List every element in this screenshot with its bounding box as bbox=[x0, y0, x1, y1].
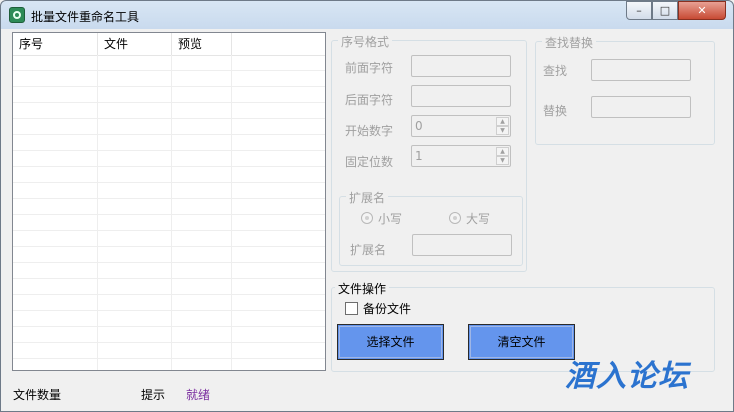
file-count-label: 文件数量 bbox=[13, 388, 62, 402]
find-replace-title: 查找替换 bbox=[542, 34, 597, 51]
start-number-label: 开始数字 bbox=[345, 124, 394, 138]
maximize-button[interactable]: □ bbox=[652, 1, 678, 20]
hint-value: 就绪 bbox=[186, 388, 211, 402]
lowercase-label: 小写 bbox=[378, 212, 403, 226]
start-number-value: 0 bbox=[415, 119, 423, 133]
app-window: 批量文件重命名工具 – □ ✕ 序号 文件 预览 序号格式 前面字符 后面字符 … bbox=[0, 0, 734, 412]
stepper-arrows[interactable]: ▲ ▼ bbox=[496, 147, 509, 165]
extension-group: 扩展名 小写 大写 扩展名 bbox=[339, 189, 523, 266]
replace-label: 替换 bbox=[543, 104, 568, 118]
app-icon bbox=[9, 7, 25, 23]
extension-input[interactable] bbox=[412, 234, 512, 256]
serial-format-title: 序号格式 bbox=[338, 33, 393, 50]
list-body[interactable] bbox=[13, 55, 325, 370]
find-replace-group: 查找替换 查找 替换 bbox=[535, 34, 715, 145]
chevron-down-icon[interactable]: ▼ bbox=[496, 126, 509, 135]
close-button[interactable]: ✕ bbox=[678, 1, 726, 20]
title-bar[interactable]: 批量文件重命名工具 – □ ✕ bbox=[1, 1, 733, 29]
file-operations-title: 文件操作 bbox=[335, 280, 390, 297]
uppercase-label: 大写 bbox=[466, 212, 491, 226]
clear-files-button[interactable]: 清空文件 bbox=[468, 324, 575, 360]
select-files-button[interactable]: 选择文件 bbox=[337, 324, 444, 360]
replace-input[interactable] bbox=[591, 96, 691, 118]
extension-title: 扩展名 bbox=[346, 189, 389, 206]
fixed-digits-label: 固定位数 bbox=[345, 155, 394, 169]
column-header-index[interactable]: 序号 bbox=[13, 33, 98, 55]
column-header-file[interactable]: 文件 bbox=[98, 33, 172, 55]
chevron-up-icon[interactable]: ▲ bbox=[496, 147, 509, 156]
chevron-up-icon[interactable]: ▲ bbox=[496, 117, 509, 126]
watermark-logo: 酒入论坛 bbox=[565, 359, 689, 394]
prefix-label: 前面字符 bbox=[345, 61, 394, 75]
extension-label: 扩展名 bbox=[350, 243, 387, 257]
suffix-label: 后面字符 bbox=[345, 93, 394, 107]
start-number-stepper[interactable]: 0 ▲ ▼ bbox=[411, 115, 511, 137]
chevron-down-icon[interactable]: ▼ bbox=[496, 156, 509, 165]
file-list[interactable]: 序号 文件 预览 bbox=[12, 32, 326, 371]
lowercase-radio[interactable] bbox=[361, 212, 373, 224]
fixed-digits-value: 1 bbox=[415, 149, 423, 163]
list-header: 序号 文件 预览 bbox=[13, 33, 325, 56]
column-header-preview[interactable]: 预览 bbox=[172, 33, 232, 55]
backup-label: 备份文件 bbox=[363, 302, 412, 316]
fixed-digits-stepper[interactable]: 1 ▲ ▼ bbox=[411, 145, 511, 167]
window-title: 批量文件重命名工具 bbox=[31, 10, 140, 24]
prefix-input[interactable] bbox=[411, 55, 511, 77]
uppercase-radio[interactable] bbox=[449, 212, 461, 224]
minimize-button[interactable]: – bbox=[626, 1, 652, 20]
client-area: 序号 文件 预览 序号格式 前面字符 后面字符 开始数字 0 ▲ ▼ 固定位数 bbox=[5, 29, 731, 409]
stepper-arrows[interactable]: ▲ ▼ bbox=[496, 117, 509, 135]
hint-label: 提示 bbox=[141, 388, 166, 402]
backup-checkbox[interactable] bbox=[345, 302, 358, 315]
find-input[interactable] bbox=[591, 59, 691, 81]
find-label: 查找 bbox=[543, 64, 568, 78]
suffix-input[interactable] bbox=[411, 85, 511, 107]
serial-format-group: 序号格式 前面字符 后面字符 开始数字 0 ▲ ▼ 固定位数 1 ▲ ▼ 扩展名… bbox=[331, 33, 527, 272]
